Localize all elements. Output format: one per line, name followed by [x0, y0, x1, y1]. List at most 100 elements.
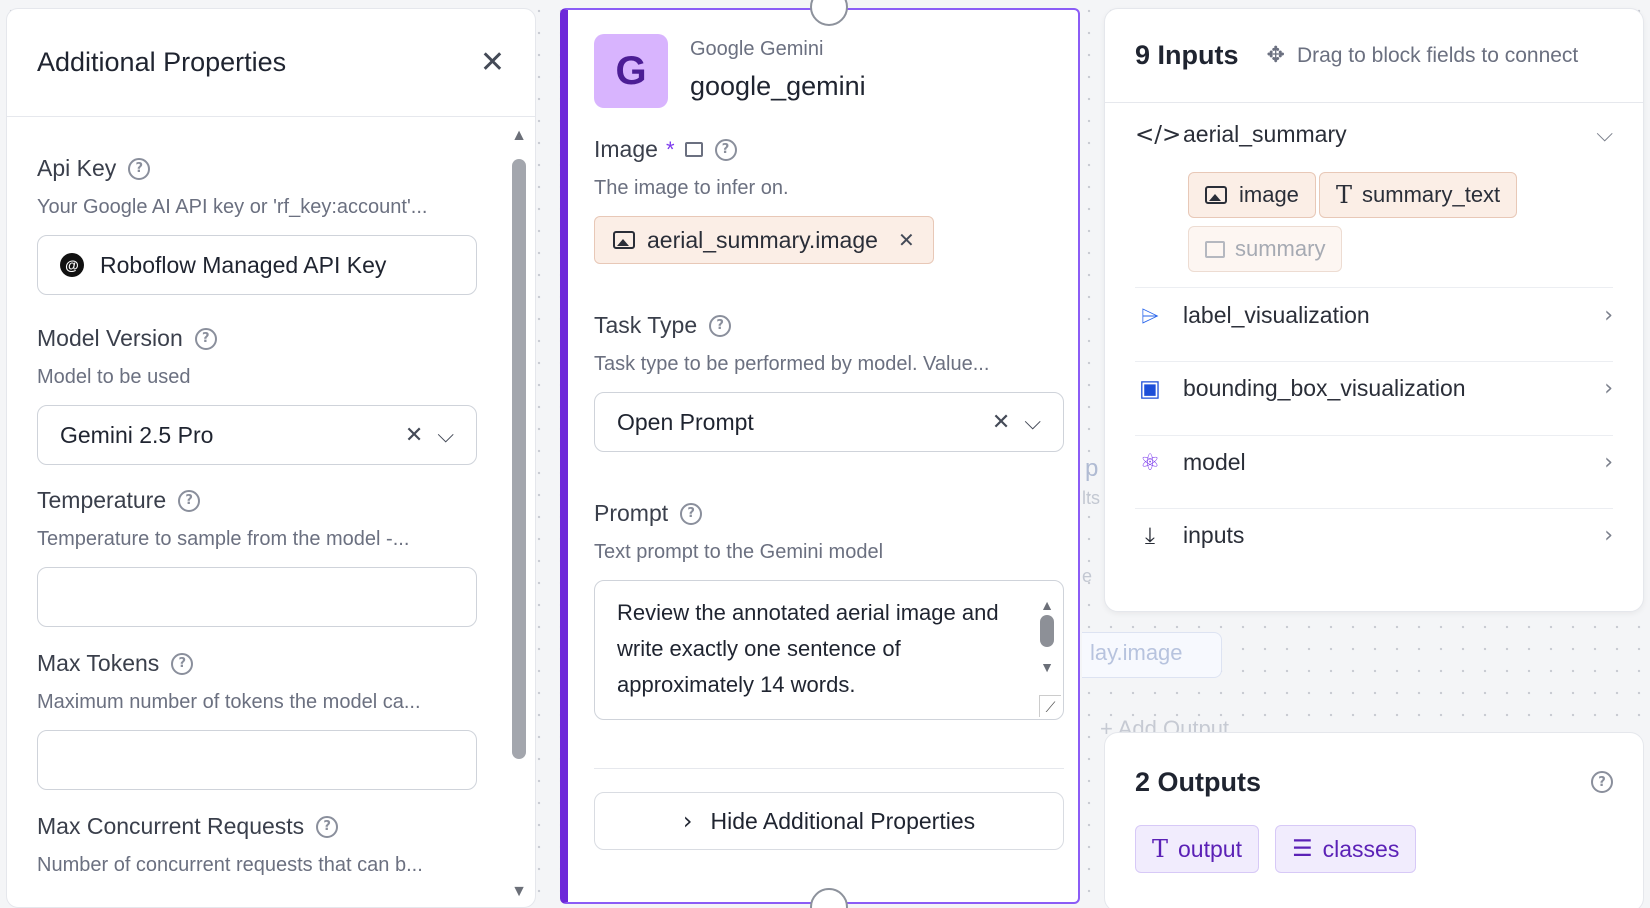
- task-type-select[interactable]: Open Prompt ✕ ⌵: [594, 392, 1064, 452]
- max-tokens-input[interactable]: [37, 730, 477, 790]
- prompt-value: Review the annotated aerial image and wr…: [617, 600, 999, 697]
- move-icon: ✥: [1266, 43, 1285, 68]
- field-chip-summary[interactable]: summary: [1188, 226, 1343, 272]
- task-type-description: Task type to be performed by model. Valu…: [594, 353, 990, 375]
- input-group-aerial-summary[interactable]: </> aerial_summary ⌵: [1135, 121, 1613, 148]
- image-chip-value: aerial_summary.image: [647, 226, 878, 253]
- help-icon[interactable]: ?: [1591, 771, 1613, 793]
- hide-additional-properties-label: Hide Additional Properties: [710, 807, 976, 834]
- node-vendor: Google Gemini: [690, 38, 824, 60]
- output-port[interactable]: [810, 888, 848, 908]
- gemini-node-card[interactable]: G Google Gemini google_gemini Image * ? …: [560, 0, 1080, 908]
- scroll-down-icon[interactable]: ▼: [1037, 649, 1057, 685]
- clear-icon[interactable]: ✕: [405, 423, 423, 448]
- prompt-label: Prompt: [594, 500, 669, 526]
- input-group-model[interactable]: ⚛ model ›: [1135, 449, 1613, 476]
- output-chip-output[interactable]: T output: [1135, 825, 1259, 873]
- remove-icon[interactable]: ✕: [898, 228, 915, 253]
- download-icon: ⤓: [1144, 522, 1156, 549]
- chevron-right-icon[interactable]: ›: [1604, 450, 1613, 475]
- input-group-bounding-box-visualization[interactable]: ▣ bounding_box_visualization ›: [1135, 375, 1613, 402]
- resize-handle-icon[interactable]: ⟋: [1039, 695, 1061, 717]
- help-icon[interactable]: ?: [171, 652, 194, 675]
- model-version-value: Gemini 2.5 Pro: [60, 421, 214, 448]
- panel-scrollbar[interactable]: ▲ ▼: [509, 127, 529, 907]
- chevron-right-icon[interactable]: ›: [1604, 303, 1613, 328]
- help-icon[interactable]: ?: [194, 327, 217, 350]
- chevron-right-icon[interactable]: ›: [1604, 523, 1613, 548]
- input-group-label: inputs: [1183, 522, 1245, 548]
- chevron-down-icon[interactable]: ⌵: [437, 423, 454, 448]
- api-key-label: Api Key: [37, 155, 117, 181]
- canvas-fragment: p: [1085, 455, 1099, 482]
- model-version-select[interactable]: Gemini 2.5 Pro ✕ ⌵: [37, 405, 477, 465]
- api-key-description: Your Google AI API key or 'rf_key:accoun…: [37, 196, 428, 218]
- output-chip-classes[interactable]: ☰ classes: [1275, 825, 1417, 873]
- model-icon: ⚛: [1139, 449, 1161, 476]
- input-group-label-visualization[interactable]: ⌲ label_visualization ›: [1135, 302, 1613, 329]
- panel-title: Additional Properties: [37, 47, 287, 77]
- panel-header: Additional Properties ✕: [7, 9, 535, 117]
- outputs-panel: 2 Outputs ? T output ☰ classes: [1104, 732, 1644, 908]
- help-icon[interactable]: ?: [316, 815, 339, 838]
- scrollbar-thumb[interactable]: [512, 159, 526, 759]
- image-description: The image to infer on.: [594, 177, 789, 199]
- max-tokens-label: Max Tokens: [37, 650, 160, 676]
- max-concurrent-requests-field: Max Concurrent Requests? Number of concu…: [37, 813, 477, 877]
- max-concurrent-requests-label: Max Concurrent Requests: [37, 813, 305, 839]
- help-icon[interactable]: ?: [714, 138, 737, 161]
- text-icon: T: [1152, 835, 1169, 863]
- chevron-down-icon[interactable]: ⌵: [1024, 410, 1041, 435]
- canvas-fragment: lay.image: [1090, 640, 1183, 665]
- field-chip-summary-text[interactable]: T summary_text: [1319, 172, 1518, 218]
- temperature-field: Temperature? Temperature to sample from …: [37, 487, 477, 627]
- image-icon: [613, 231, 635, 249]
- temperature-input[interactable]: [37, 567, 477, 627]
- prompt-textarea[interactable]: Review the annotated aerial image and wr…: [594, 580, 1064, 720]
- prompt-description: Text prompt to the Gemini model: [594, 541, 884, 563]
- clear-icon[interactable]: ✕: [992, 410, 1010, 435]
- scroll-down-icon[interactable]: ▼: [509, 883, 529, 901]
- chevron-right-icon[interactable]: ›: [1604, 376, 1613, 401]
- additional-properties-panel: Additional Properties ✕ Api Key? Your Go…: [6, 8, 536, 908]
- drag-hint: Drag to block fields to connect: [1296, 43, 1579, 67]
- close-icon[interactable]: ✕: [480, 45, 505, 80]
- max-tokens-description: Maximum number of tokens the model ca...: [37, 691, 421, 713]
- scrollbar-thumb[interactable]: [1040, 615, 1054, 647]
- chevron-down-icon[interactable]: ⌵: [1596, 122, 1613, 147]
- list-icon: ☰: [1292, 836, 1313, 862]
- output-chip-label: output: [1178, 835, 1242, 862]
- node-name: google_gemini: [690, 71, 866, 101]
- api-key-field: Api Key? Your Google AI API key or 'rf_k…: [37, 155, 477, 295]
- help-icon[interactable]: ?: [128, 157, 151, 180]
- divider: [1135, 508, 1613, 509]
- inputs-count: 9 Inputs: [1135, 40, 1239, 70]
- image-label: Image: [594, 136, 658, 162]
- prompt-field: Prompt? Text prompt to the Gemini model …: [594, 500, 1064, 720]
- code-icon: </>: [1135, 121, 1182, 148]
- field-chip-label: summary: [1235, 236, 1326, 261]
- help-icon[interactable]: ?: [178, 489, 201, 512]
- model-version-description: Model to be used: [37, 366, 191, 388]
- api-key-input[interactable]: @ Roboflow Managed API Key: [37, 235, 477, 295]
- field-chip-label: summary_text: [1362, 182, 1501, 207]
- temperature-description: Temperature to sample from the model -..…: [37, 528, 410, 550]
- help-icon[interactable]: ?: [709, 314, 732, 337]
- input-group-inputs[interactable]: ⤓ inputs ›: [1135, 522, 1613, 549]
- canvas-fragment: e: [1082, 566, 1093, 586]
- input-group-label: model: [1183, 449, 1246, 475]
- model-version-label: Model Version: [37, 325, 183, 351]
- required-mark: *: [665, 136, 675, 162]
- field-chip-image[interactable]: image: [1188, 172, 1316, 218]
- output-chip-label: classes: [1322, 835, 1400, 862]
- input-port[interactable]: [810, 0, 848, 26]
- divider: [1135, 287, 1613, 288]
- divider: [594, 768, 1064, 769]
- text-icon: T: [1336, 181, 1353, 209]
- help-icon[interactable]: ?: [680, 502, 703, 525]
- inputs-header: 9 Inputs ✥ Drag to block fields to connec…: [1105, 9, 1643, 103]
- image-selector-chip[interactable]: aerial_summary.image ✕: [594, 216, 934, 264]
- divider: [1135, 435, 1613, 436]
- scroll-up-icon[interactable]: ▲: [509, 127, 529, 145]
- hide-additional-properties-button[interactable]: › Hide Additional Properties: [594, 792, 1064, 850]
